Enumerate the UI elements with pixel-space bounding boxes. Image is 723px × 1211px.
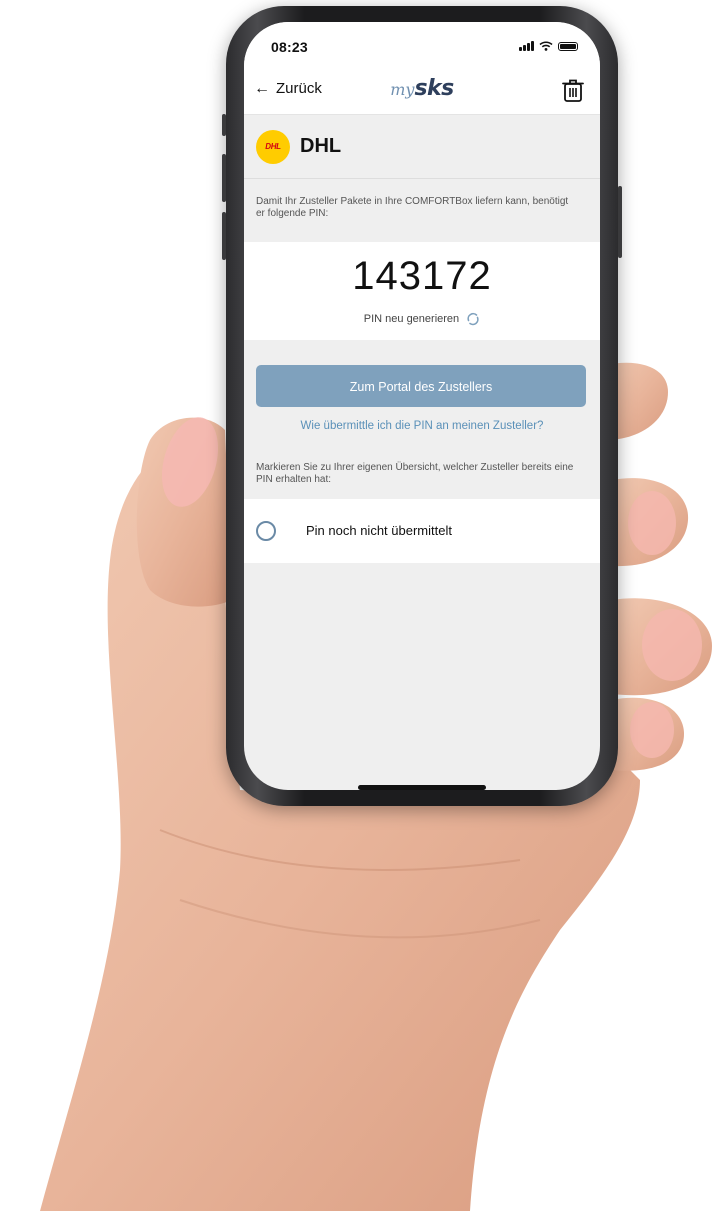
volume-down-button (222, 212, 226, 260)
carrier-header: DHL DHL (244, 114, 600, 179)
wifi-icon (539, 41, 553, 51)
mark-instructions: Markieren Sie zu Ihrer eigenen Übersicht… (256, 462, 574, 485)
regenerate-pin-label: PIN neu generieren (363, 312, 460, 325)
battery-icon (558, 41, 578, 51)
volume-up-button (222, 154, 226, 202)
carrier-portal-button[interactable]: Zum Portal des Zustellers (256, 365, 586, 407)
logo-main: sks (414, 76, 454, 101)
status-icons (519, 41, 578, 51)
divider (244, 178, 600, 179)
refresh-icon (467, 312, 479, 326)
status-time: 08:23 (271, 39, 308, 55)
cellular-signal-icon (519, 41, 534, 51)
carrier-name: DHL (300, 135, 342, 157)
trash-icon[interactable] (560, 77, 586, 103)
pin-status-radio[interactable] (256, 521, 276, 541)
pin-help-link[interactable]: Wie übermittle ich die PIN an meinen Zus… (244, 420, 600, 432)
dhl-logo-icon: DHL (256, 130, 290, 164)
regenerate-pin-button[interactable]: PIN neu generieren (244, 312, 600, 326)
power-button (618, 186, 622, 258)
status-bar: 08:23 (244, 22, 600, 66)
pin-status-label: Pin noch nicht übermittelt (306, 523, 452, 538)
pin-card: 143172 PIN neu generieren (244, 242, 600, 340)
nav-bar: ← Zurück mysks (244, 66, 600, 114)
app-screen: 08:23 ← Zurück mysks DHL DHL Damit Ihr Z… (244, 22, 600, 790)
pin-status-toggle[interactable]: Pin noch nicht übermittelt (244, 499, 600, 563)
phone-device: 08:23 ← Zurück mysks DHL DHL Damit Ihr Z… (222, 6, 622, 806)
pin-instructions: Damit Ihr Zusteller Pakete in Ihre COMFO… (256, 196, 569, 219)
logo-prefix: my (390, 80, 415, 99)
mysks-logo: mysks (244, 76, 600, 101)
home-indicator[interactable] (358, 785, 486, 790)
pin-value: 143172 (352, 254, 492, 298)
mute-switch (222, 114, 226, 136)
